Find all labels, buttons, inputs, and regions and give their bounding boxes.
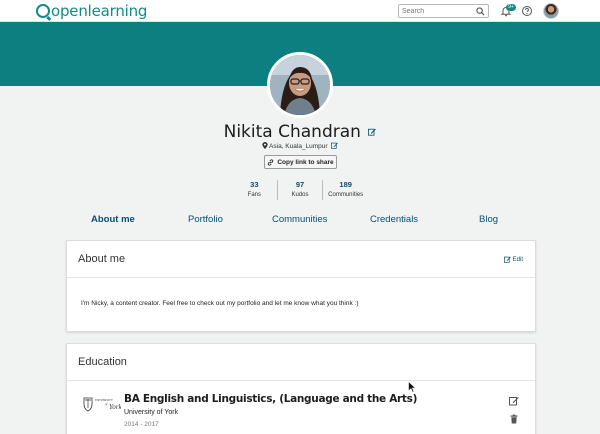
- stat-communities[interactable]: 189 Communities: [323, 180, 368, 200]
- profile-name: Nikita Chandran: [223, 122, 361, 142]
- stat-label: Kudos: [291, 192, 309, 198]
- stat-value: 97: [295, 180, 305, 189]
- edit-location-icon[interactable]: [331, 142, 339, 149]
- copy-link-button[interactable]: Copy link to share: [264, 155, 337, 169]
- link-icon: [268, 158, 274, 166]
- about-edit-label: Edit: [512, 256, 523, 263]
- university-of-york-logo: UNIVERSITY of York: [83, 396, 122, 412]
- cursor-icon: [408, 381, 416, 393]
- edit-icon: [503, 256, 511, 263]
- tab-credentials[interactable]: Credentials: [370, 214, 418, 225]
- tab-communities[interactable]: Communities: [272, 214, 327, 225]
- profile-tabs: About me Portfolio Communities Credentia…: [66, 214, 536, 230]
- profile-location: Asia, Kuala_Lumpur: [269, 143, 328, 150]
- education-school: University of York: [124, 409, 179, 416]
- copy-link-label: Copy link to share: [277, 158, 334, 166]
- help-icon[interactable]: [521, 5, 533, 17]
- stat-value: 189: [339, 180, 352, 189]
- search-icon[interactable]: [476, 7, 485, 16]
- trash-icon[interactable]: [509, 414, 519, 424]
- logo-text: openlearning: [51, 2, 148, 20]
- user-avatar[interactable]: [543, 3, 559, 19]
- stat-label: Fans: [247, 192, 261, 198]
- education-title: Education: [78, 356, 127, 368]
- search-input[interactable]: [399, 5, 473, 17]
- profile-photo-image: [270, 55, 330, 115]
- profile-name-row: Nikita Chandran: [0, 122, 600, 142]
- tab-about-me[interactable]: About me: [91, 214, 135, 225]
- edit-education-icon[interactable]: [509, 396, 519, 406]
- tab-blog[interactable]: Blog: [479, 214, 498, 225]
- notification-badge: 9+: [506, 4, 516, 11]
- about-me-text: I'm Nicky, a content creator. Feel free …: [81, 300, 359, 307]
- about-me-card-header: About me Edit: [67, 241, 535, 278]
- logo-text-sub: of: [105, 402, 109, 406]
- edit-name-icon[interactable]: [368, 128, 377, 136]
- stat-fans[interactable]: 33 Fans: [232, 180, 278, 200]
- stat-value: 33: [250, 180, 259, 189]
- logo-text-main: York: [109, 403, 121, 411]
- education-card: Education UNIVERSITY of York BA English …: [66, 343, 536, 434]
- profile-stats: 33 Fans 97 Kudos 189 Communities: [232, 180, 368, 200]
- logo-mark-icon: [36, 4, 50, 18]
- stat-kudos[interactable]: 97 Kudos: [278, 180, 324, 200]
- tab-portfolio[interactable]: Portfolio: [188, 214, 223, 225]
- about-me-title: About me: [78, 253, 126, 265]
- map-pin-icon: [261, 142, 268, 149]
- profile-location-row: Asia, Kuala_Lumpur: [0, 142, 600, 150]
- search-box: [398, 4, 489, 18]
- education-card-header: Education: [67, 344, 535, 381]
- openlearning-logo[interactable]: openlearning: [36, 2, 147, 20]
- top-navigation-bar: openlearning 9+: [0, 0, 600, 22]
- about-edit-button[interactable]: Edit: [503, 256, 523, 263]
- stat-label: Communities: [328, 192, 364, 198]
- education-years: 2014 - 2017: [124, 421, 159, 428]
- profile-photo: [267, 52, 333, 118]
- about-me-card: About me Edit I'm Nicky, a content creat…: [66, 240, 536, 332]
- education-degree: BA English and Linguistics, (Language an…: [124, 393, 418, 405]
